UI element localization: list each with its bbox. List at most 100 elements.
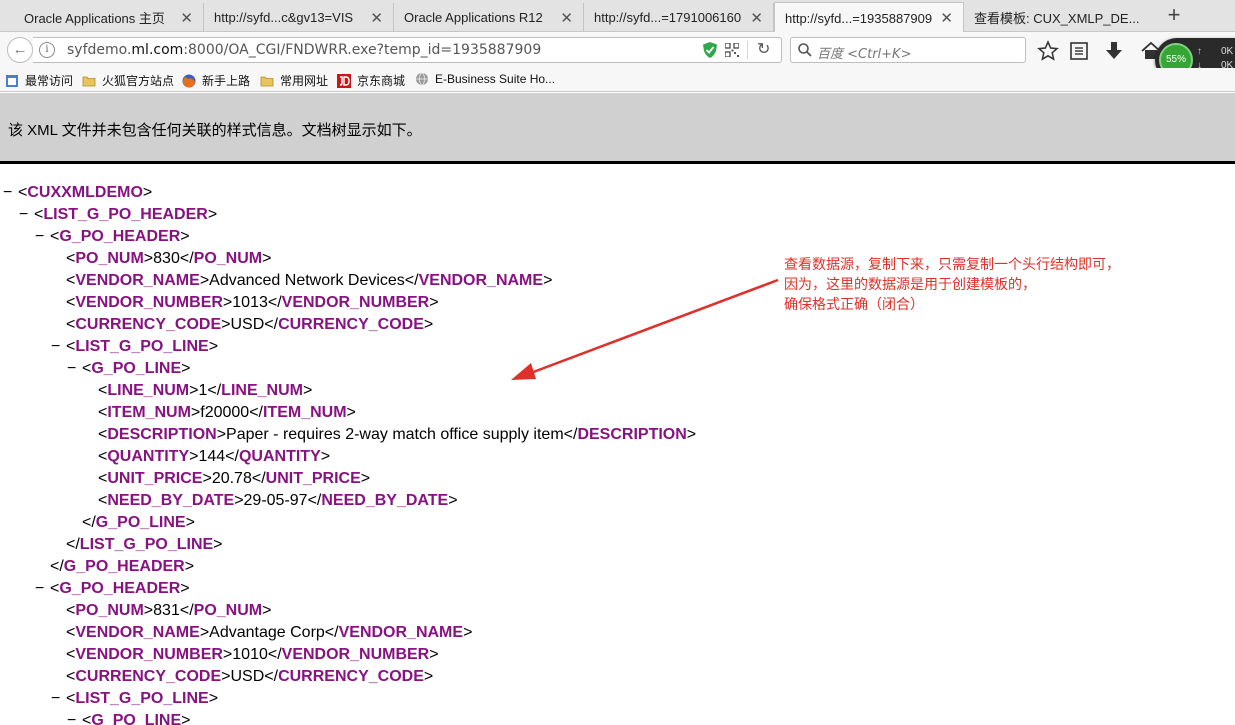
xml-line[interactable]: − <LIST_G_PO_LINE> xyxy=(51,688,218,710)
xml-line[interactable]: − <G_PO_HEADER> xyxy=(35,578,190,600)
collapse-toggle[interactable]: − xyxy=(19,204,28,226)
bracket: < xyxy=(66,646,76,663)
xml-line[interactable]: − <G_PO_LINE> xyxy=(67,710,191,725)
bookmark-jd[interactable]: 京东商城 xyxy=(337,72,405,89)
jd-icon xyxy=(337,73,351,88)
bracket: < xyxy=(34,206,44,223)
tab-view-template[interactable]: 查看模板: CUX_XMLP_DE... xyxy=(964,3,1154,32)
bookmark-label: 火狐官方站点 xyxy=(102,74,175,88)
bracket: > xyxy=(143,250,154,267)
annotation-note: 查看数据源，复制下来，只需复制一个头行结构即可， 因为，这里的数据源是用于创建模… xyxy=(784,254,1120,314)
bracket: </ xyxy=(307,492,322,509)
bracket: < xyxy=(66,294,76,311)
xml-line[interactable]: − <G_PO_LINE> xyxy=(67,358,191,380)
xml-value: Paper - requires 2-way match office supp… xyxy=(226,426,564,443)
bracket: </ xyxy=(207,382,222,399)
bracket: > xyxy=(190,404,201,421)
close-icon[interactable]: ✕ xyxy=(750,9,763,27)
bracket: > xyxy=(222,294,233,311)
close-icon[interactable]: ✕ xyxy=(560,9,573,27)
bracket: > xyxy=(448,492,458,509)
xml-line[interactable]: − <G_PO_HEADER> xyxy=(35,226,190,248)
search-bar[interactable]: 百度 <Ctrl+K> xyxy=(790,37,1026,63)
bracket: > xyxy=(199,272,210,289)
close-icon[interactable]: ✕ xyxy=(370,9,383,27)
xml-line: <VENDOR_NUMBER>1013</VENDOR_NUMBER> xyxy=(66,292,439,314)
bracket: < xyxy=(98,448,108,465)
xml-line: <VENDOR_NAME>Advanced Network Devices</V… xyxy=(66,270,552,292)
bracket: </ xyxy=(324,624,339,641)
xml-line[interactable]: − <LIST_G_PO_LINE> xyxy=(51,336,219,358)
bookmark-most-visited[interactable]: 最常访问 xyxy=(5,72,73,89)
xml-line[interactable]: − <LIST_G_PO_HEADER> xyxy=(19,204,217,226)
close-icon[interactable]: ✕ xyxy=(180,9,193,27)
tab-title: http://syfd...=1791006160 xyxy=(594,10,742,25)
xml-tag-name: VENDOR_NUMBER xyxy=(281,294,430,311)
qr-code-icon[interactable] xyxy=(725,43,739,57)
tab-syfd-1791006160[interactable]: http://syfd...=1791006160 ✕ xyxy=(584,3,774,32)
xml-tag-name: G_PO_HEADER xyxy=(59,228,181,245)
tab-oracle-home[interactable]: Oracle Applications 主页 ✕ xyxy=(4,3,204,32)
xml-tag-name: LINE_NUM xyxy=(107,382,190,399)
bracket: </ xyxy=(179,250,194,267)
url-bar[interactable]: i syfdemo.ml.com:8000/OA_CGI/FNDWRR.exe?… xyxy=(33,37,782,63)
collapse-toggle[interactable]: − xyxy=(67,358,76,380)
bookmark-common-sites[interactable]: 常用网址 xyxy=(260,72,328,89)
xml-line: <PO_NUM>830</PO_NUM> xyxy=(66,248,271,270)
back-button[interactable]: ← xyxy=(7,37,33,63)
bookmarks-toolbar: 最常访问 火狐官方站点 新手上路 常用网址 京东商城 E-Business Su… xyxy=(0,68,1235,92)
collapse-toggle[interactable]: − xyxy=(3,182,12,204)
bracket: </ xyxy=(264,668,279,685)
bracket: > xyxy=(429,646,439,663)
tab-syfd-vis[interactable]: http://syfd...c&gv13=VIS ✕ xyxy=(204,3,394,32)
tab-syfd-1935887909[interactable]: http://syfd...=1935887909 ✕ xyxy=(774,2,964,33)
bookmark-label: E-Business Suite Ho... xyxy=(435,72,556,86)
bookmark-getting-started[interactable]: 新手上路 xyxy=(182,72,250,89)
bracket: < xyxy=(82,360,92,377)
xml-tag-name: CUXXMLDEMO xyxy=(27,184,143,201)
tab-title: 查看模板: CUX_XMLP_DE... xyxy=(974,11,1140,26)
bracket: </ xyxy=(267,646,282,663)
bracket: < xyxy=(66,690,76,707)
bracket: < xyxy=(50,228,60,245)
new-tab-button[interactable]: + xyxy=(1162,4,1186,28)
collapse-toggle[interactable]: − xyxy=(35,226,44,248)
bracket: < xyxy=(98,426,108,443)
download-icon[interactable] xyxy=(1103,40,1125,62)
tab-title: http://syfd...c&gv13=VIS xyxy=(214,10,354,25)
url-text[interactable]: syfdemo.ml.com:8000/OA_CGI/FNDWRR.exe?te… xyxy=(67,42,541,58)
firefox-icon xyxy=(182,74,196,88)
xml-line: <VENDOR_NUMBER>1010</VENDOR_NUMBER> xyxy=(66,644,439,666)
xml-tag-name: G_PO_LINE xyxy=(95,514,186,531)
xml-tag-name: ITEM_NUM xyxy=(107,404,191,421)
xml-tag-name: VENDOR_NAME xyxy=(338,624,464,641)
bracket: > xyxy=(360,470,371,487)
xml-tag-name: LIST_G_PO_LINE xyxy=(79,536,214,553)
info-icon[interactable]: i xyxy=(39,42,55,58)
folder-icon xyxy=(260,76,274,86)
tab-title: http://syfd...=1935887909 xyxy=(785,10,933,26)
reading-list-icon[interactable] xyxy=(1068,40,1090,62)
tab-oracle-r12[interactable]: Oracle Applications R12 ✕ xyxy=(394,3,584,32)
xml-value: 144 xyxy=(198,448,226,465)
collapse-toggle[interactable]: − xyxy=(67,710,76,725)
xml-tag-name: VENDOR_NUMBER xyxy=(75,294,223,311)
shield-icon[interactable] xyxy=(703,42,717,58)
bracket: < xyxy=(82,712,92,725)
bracket: > xyxy=(184,558,195,575)
bookmark-ebs-home[interactable]: E-Business Suite Ho... xyxy=(415,72,555,86)
bracket: </ xyxy=(179,602,194,619)
reload-icon[interactable]: ↻ xyxy=(757,39,770,59)
bracket: > xyxy=(234,492,244,509)
collapse-toggle[interactable]: − xyxy=(35,578,44,600)
bracket: > xyxy=(208,338,219,355)
xml-line: </G_PO_LINE> xyxy=(82,512,195,534)
bracket: </ xyxy=(249,404,263,421)
collapse-toggle[interactable]: − xyxy=(51,336,60,358)
annotation-line: 因为，这里的数据源是用于创建模板的， xyxy=(784,276,1036,292)
bookmark-firefox-official[interactable]: 火狐官方站点 xyxy=(82,72,174,89)
collapse-toggle[interactable]: − xyxy=(51,688,60,710)
star-icon[interactable] xyxy=(1037,40,1059,62)
close-icon[interactable]: ✕ xyxy=(940,9,953,27)
xml-line[interactable]: − <CUXXMLDEMO> xyxy=(3,182,152,204)
